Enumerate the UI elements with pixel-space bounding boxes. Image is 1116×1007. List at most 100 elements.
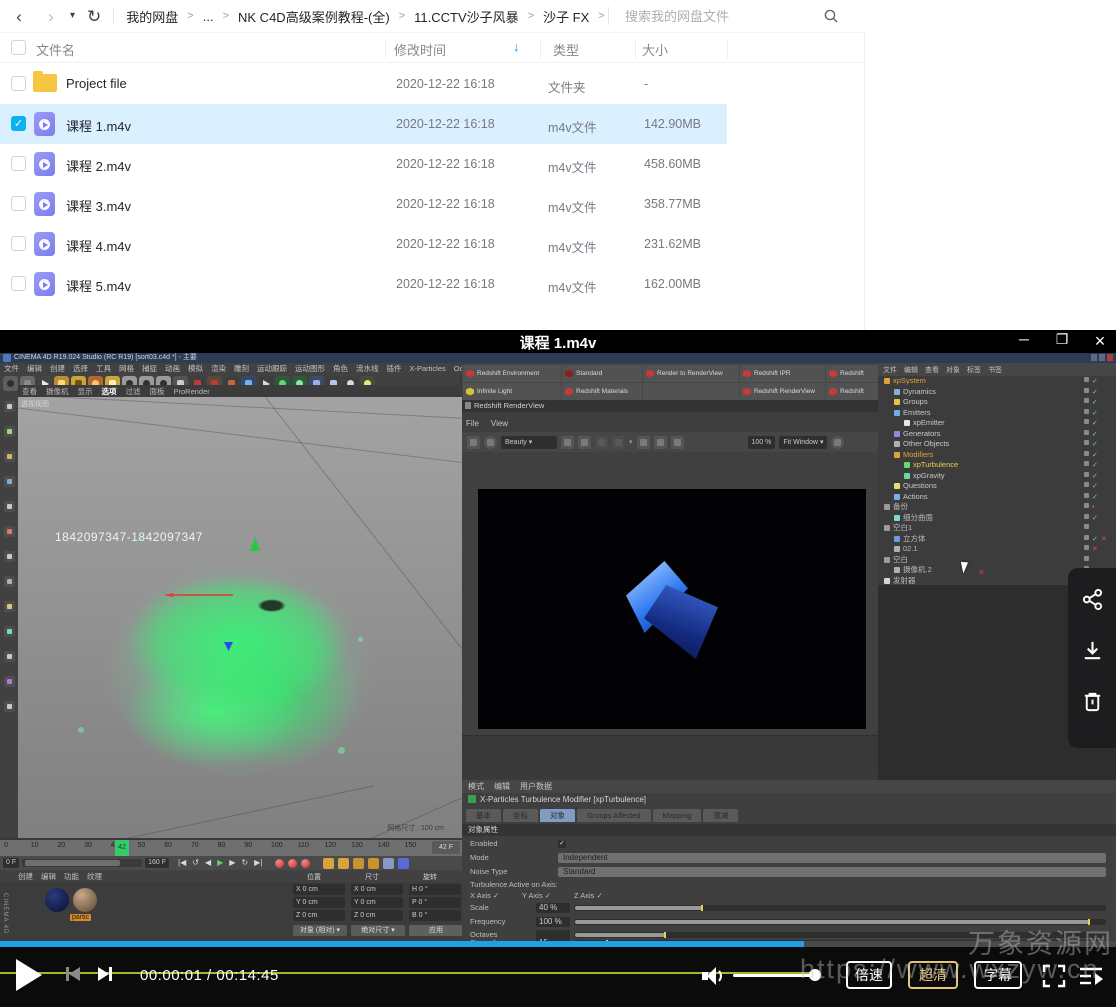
- rv-fit-dropdown[interactable]: Fit Window ▾: [779, 436, 827, 449]
- tool-icon[interactable]: [4, 476, 15, 487]
- render-canvas[interactable]: [478, 489, 866, 729]
- menu-item[interactable]: 渲染: [211, 363, 226, 374]
- attribute-tab[interactable]: 坐标: [503, 809, 538, 822]
- rv-tool-icon[interactable]: [595, 436, 608, 449]
- menu-item[interactable]: View: [491, 419, 508, 428]
- layer-dot-icon[interactable]: [1084, 493, 1089, 498]
- layer-dot-icon[interactable]: [1084, 377, 1089, 382]
- layer-dot-icon[interactable]: [1084, 430, 1089, 435]
- rv-zoom-value[interactable]: 100 %: [748, 436, 776, 449]
- breadcrumb-item[interactable]: ...: [203, 9, 214, 24]
- player-titlebar[interactable]: 课程 1.m4v ─ ❐ ×: [0, 330, 1116, 353]
- shelf-button[interactable]: [643, 383, 739, 400]
- key-icon[interactable]: [383, 858, 394, 869]
- menu-item[interactable]: 文件: [4, 363, 19, 374]
- layer-dot-icon[interactable]: [1084, 545, 1089, 550]
- refresh-icon[interactable]: ↻: [87, 8, 101, 25]
- material-label[interactable]: partic: [70, 914, 91, 921]
- subtitle-button[interactable]: 字幕: [974, 961, 1022, 989]
- record-icon[interactable]: [301, 859, 310, 868]
- timeline-scrollbar[interactable]: [22, 859, 142, 867]
- file-name[interactable]: Project file: [66, 76, 127, 91]
- speed-button[interactable]: 倍速: [846, 961, 892, 989]
- rv-caret-icon[interactable]: ▾: [629, 438, 633, 446]
- coords-field[interactable]: Z 0 cm: [351, 910, 403, 921]
- object-tree-item[interactable]: Modifiers✓: [878, 450, 1116, 461]
- file-name[interactable]: 课程 4.m4v: [66, 236, 131, 255]
- table-row[interactable]: ✓课程 1.m4v2020-12-22 16:18m4v文件142.90MB: [0, 104, 727, 144]
- attribute-slider[interactable]: [574, 905, 1106, 911]
- rv-snapshot-icon[interactable]: [561, 436, 574, 449]
- transport-icon[interactable]: ▶|: [254, 857, 262, 869]
- axis-checkbox[interactable]: Z Axis ✓: [574, 891, 603, 900]
- menu-item[interactable]: 对象: [946, 365, 960, 375]
- coords-field[interactable]: H 0 °: [409, 884, 461, 895]
- video-frame[interactable]: CINEMA 4D R19.024 Studio (RC R19) [sort0…: [0, 353, 1116, 941]
- transport-icon[interactable]: ◀: [205, 857, 211, 869]
- menu-item[interactable]: 选择: [73, 363, 88, 374]
- layer-dot-icon[interactable]: [1084, 535, 1089, 540]
- file-name[interactable]: 课程 5.m4v: [66, 276, 131, 295]
- menu-item[interactable]: 插件: [387, 363, 402, 374]
- tool-icon[interactable]: [4, 676, 15, 687]
- tool-icon[interactable]: [4, 426, 15, 437]
- layer-dot-icon[interactable]: [1084, 440, 1089, 445]
- menu-item[interactable]: 角色: [333, 363, 348, 374]
- table-row[interactable]: 课程 5.m4v2020-12-22 16:18m4v文件162.00MB: [0, 264, 727, 304]
- menu-item[interactable]: 创建: [18, 871, 33, 882]
- forward-icon[interactable]: ›: [42, 8, 60, 25]
- col-size[interactable]: 大小: [642, 40, 668, 59]
- layer-dot-icon[interactable]: [1084, 388, 1089, 393]
- menu-item[interactable]: 编辑: [904, 365, 918, 375]
- menu-item[interactable]: 用户数据: [520, 781, 552, 792]
- tool-icon[interactable]: [4, 526, 15, 537]
- attribute-dropdown[interactable]: Standard: [558, 867, 1106, 877]
- key-icon[interactable]: [338, 858, 349, 869]
- menu-item[interactable]: 工具: [96, 363, 111, 374]
- history-caret-icon[interactable]: ▾: [70, 11, 75, 21]
- attribute-tab[interactable]: 基本: [466, 809, 501, 822]
- transport-icon[interactable]: |◀: [178, 857, 186, 869]
- row-checkbox[interactable]: ✓: [11, 116, 26, 131]
- shelf-button[interactable]: Render to RenderView: [643, 365, 739, 382]
- object-tree-item[interactable]: Questions✓: [878, 481, 1116, 492]
- attribute-value-field[interactable]: 100 %: [536, 917, 570, 927]
- row-checkbox[interactable]: [11, 276, 26, 291]
- coords-field[interactable]: X 0 cm: [351, 884, 403, 895]
- layer-dot-icon[interactable]: [1084, 472, 1089, 477]
- sort-desc-icon[interactable]: ↓: [513, 39, 520, 54]
- coords-field[interactable]: P 0 °: [409, 897, 461, 908]
- rv-save-icon[interactable]: [467, 436, 480, 449]
- transport-icon[interactable]: ▶: [229, 857, 235, 869]
- object-tree-item[interactable]: 立方体✓✕: [878, 534, 1116, 545]
- object-tree-item[interactable]: xpGravity✓: [878, 471, 1116, 482]
- attribute-tab[interactable]: 衰减: [703, 809, 738, 822]
- col-type[interactable]: 类型: [553, 40, 579, 59]
- tool-icon[interactable]: [4, 551, 15, 562]
- menu-item[interactable]: File: [466, 419, 479, 428]
- key-icon[interactable]: [398, 858, 409, 869]
- rv-gear-icon[interactable]: [831, 436, 844, 449]
- menu-item[interactable]: X-Particles: [410, 364, 446, 373]
- object-tree-item[interactable]: Groups✓: [878, 397, 1116, 408]
- attribute-tab[interactable]: Mapping: [653, 809, 702, 822]
- transport-icon[interactable]: ↺: [192, 857, 199, 869]
- coords-field[interactable]: X 0 cm: [293, 884, 345, 895]
- shelf-button[interactable]: Redshift: [826, 365, 883, 382]
- col-date[interactable]: 修改时间: [394, 40, 446, 59]
- shelf-button[interactable]: Redshift Environment: [463, 365, 561, 382]
- coords-size-dropdown[interactable]: 绝对尺寸 ▾: [351, 925, 405, 936]
- row-checkbox[interactable]: [11, 236, 26, 251]
- menu-item[interactable]: 过滤: [126, 386, 141, 397]
- table-row[interactable]: 课程 3.m4v2020-12-22 16:18m4v文件358.77MB: [0, 184, 727, 224]
- shelf-button[interactable]: Redshift IPR: [740, 365, 825, 382]
- volume-slider[interactable]: [733, 974, 818, 977]
- attribute-value-field[interactable]: 40 %: [536, 903, 570, 913]
- record-icon[interactable]: [288, 859, 297, 868]
- object-tree-item[interactable]: 细分曲面✓: [878, 513, 1116, 524]
- attribute-section-header[interactable]: 对象属性: [462, 824, 1116, 836]
- table-row[interactable]: 课程 4.m4v2020-12-22 16:18m4v文件231.62MB: [0, 224, 727, 264]
- object-tree-item[interactable]: Actions✓: [878, 492, 1116, 503]
- renderview-title[interactable]: Redshift RenderView: [462, 400, 878, 412]
- quality-button[interactable]: 超清: [908, 961, 958, 989]
